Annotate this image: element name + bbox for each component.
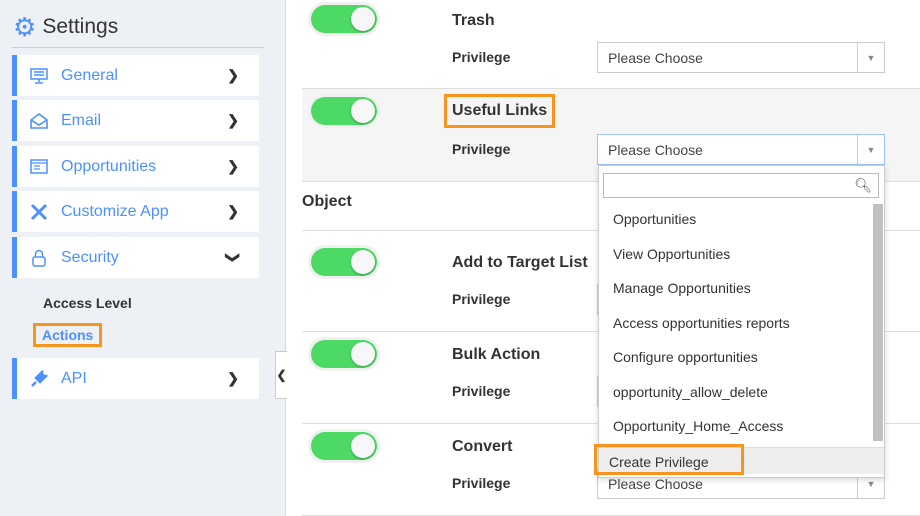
highlight-box bbox=[594, 444, 744, 475]
lock-icon bbox=[29, 248, 49, 268]
privilege-dropdown: 🔍︎ Opportunities View Opportunities Mana… bbox=[598, 165, 885, 478]
sidebar-item-general[interactable]: General ❯ bbox=[12, 55, 259, 96]
sidebar-item-email[interactable]: Email ❯ bbox=[12, 100, 259, 141]
tools-icon bbox=[29, 202, 49, 222]
sub-item-actions[interactable]: Actions bbox=[32, 323, 103, 347]
dropdown-option[interactable]: Opportunities bbox=[613, 211, 696, 227]
caret-down-icon: ▼ bbox=[857, 43, 884, 72]
chevron-right-icon: ❯ bbox=[227, 203, 239, 219]
privilege-select-open[interactable]: Please Choose ▼ bbox=[597, 134, 885, 165]
search-icon: 🔍︎ bbox=[854, 177, 872, 193]
gear-icon: ⚙ bbox=[13, 12, 37, 42]
chevron-right-icon: ❯ bbox=[227, 158, 239, 174]
dropdown-option[interactable]: Configure opportunities bbox=[613, 349, 758, 365]
envelope-open-icon bbox=[29, 111, 49, 131]
sidebar: ⚙ Settings General ❯ Email ❯ Opportunities… bbox=[0, 0, 286, 516]
dropdown-option[interactable]: Manage Opportunities bbox=[613, 280, 751, 296]
chevron-down-icon: ❯ bbox=[225, 251, 242, 264]
settings-title: ⚙ Settings bbox=[13, 12, 119, 42]
sidebar-item-security[interactable]: Security ❯ bbox=[12, 237, 259, 278]
useful-links-toggle[interactable] bbox=[311, 97, 377, 125]
chevron-right-icon: ❯ bbox=[227, 67, 239, 83]
monitor-icon bbox=[29, 66, 49, 86]
sidebar-item-customize-app[interactable]: Customize App ❯ bbox=[12, 191, 259, 232]
dropdown-option[interactable]: opportunity_allow_delete bbox=[613, 384, 768, 400]
window-icon bbox=[29, 157, 49, 177]
divider bbox=[12, 47, 264, 48]
convert-toggle[interactable] bbox=[311, 432, 377, 460]
caret-down-icon: ▼ bbox=[857, 135, 884, 164]
collapse-sidebar-button[interactable]: ❮ bbox=[275, 351, 287, 399]
chevron-right-icon: ❯ bbox=[227, 370, 239, 386]
chevron-left-icon: ❮ bbox=[276, 368, 287, 382]
dropdown-option[interactable]: Opportunity_Home_Access bbox=[613, 418, 783, 434]
privilege-select[interactable]: Please Choose ▼ bbox=[597, 42, 885, 73]
chevron-right-icon: ❯ bbox=[227, 112, 239, 128]
dropdown-scrollbar[interactable] bbox=[873, 204, 883, 441]
plug-icon bbox=[29, 369, 49, 389]
trash-toggle[interactable] bbox=[311, 5, 377, 33]
sub-item-access-level[interactable]: Access Level bbox=[43, 295, 132, 311]
add-to-target-list-toggle[interactable] bbox=[311, 248, 377, 276]
sidebar-item-opportunities[interactable]: Opportunities ❯ bbox=[12, 146, 259, 187]
dropdown-search-input[interactable]: 🔍︎ bbox=[603, 173, 879, 198]
sidebar-item-api[interactable]: API ❯ bbox=[12, 358, 259, 399]
bulk-action-toggle[interactable] bbox=[311, 340, 377, 368]
dropdown-option[interactable]: View Opportunities bbox=[613, 246, 730, 262]
row-trash: Trash Privilege Please Choose ▼ bbox=[302, 0, 920, 89]
dropdown-option[interactable]: Access opportunities reports bbox=[613, 315, 790, 331]
